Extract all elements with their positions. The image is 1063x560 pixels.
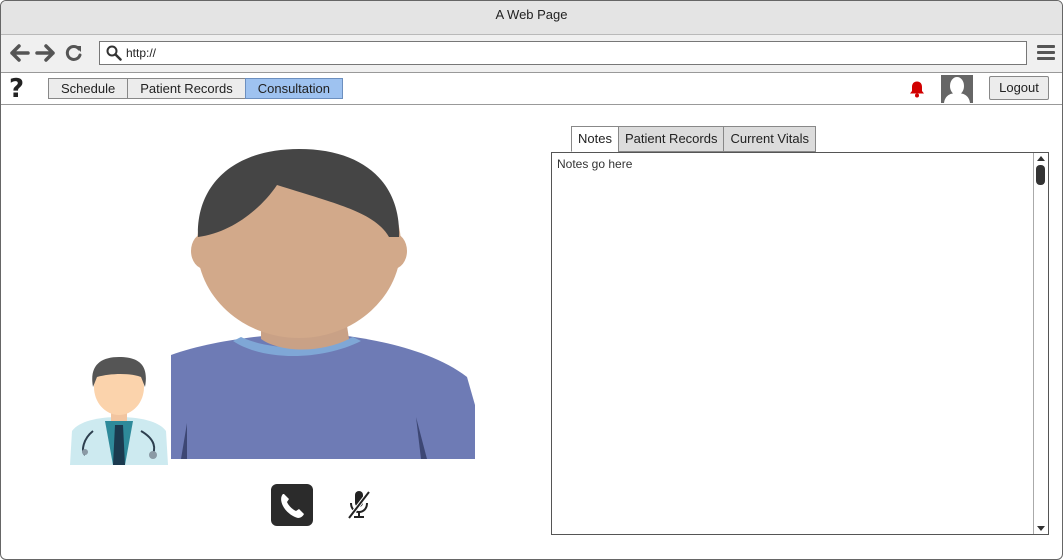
- notes-scrollbar[interactable]: [1033, 153, 1048, 534]
- patient-video: [171, 149, 475, 459]
- window-title: A Web Page: [1, 1, 1062, 35]
- address-bar: http://: [1, 35, 1062, 73]
- search-icon: [106, 45, 122, 61]
- url-text: http://: [126, 46, 157, 60]
- help-icon[interactable]: ?: [9, 74, 24, 104]
- tab-notes[interactable]: Notes: [571, 126, 618, 152]
- arrow-left-icon[interactable]: [10, 44, 30, 62]
- tab-current-vitals[interactable]: Current Vitals: [723, 126, 816, 152]
- tab-consultation[interactable]: Consultation: [244, 78, 343, 99]
- notes-textarea[interactable]: Notes go here: [551, 152, 1049, 535]
- scroll-up-arrow-icon[interactable]: [1037, 156, 1045, 161]
- url-input[interactable]: http://: [99, 41, 1027, 65]
- tab-schedule[interactable]: Schedule: [48, 78, 128, 99]
- scroll-thumb[interactable]: [1036, 165, 1045, 185]
- mic-off-icon: [347, 490, 371, 520]
- app-toolbar: ? Schedule Patient Records Consultation …: [1, 73, 1062, 105]
- notes-text: Notes go here: [557, 157, 633, 171]
- call-button[interactable]: [271, 484, 313, 526]
- avatar[interactable]: [941, 75, 973, 103]
- user-silhouette-icon: [941, 75, 973, 103]
- main-tabs: Schedule Patient Records Consultation: [48, 78, 343, 99]
- panel-tabs: Notes Patient Records Current Vitals: [571, 126, 816, 152]
- browser-window: A Web Page http:// ? Schedule Patient Re…: [0, 0, 1063, 560]
- tab-patient-records-panel[interactable]: Patient Records: [617, 126, 724, 152]
- scroll-down-arrow-icon[interactable]: [1037, 526, 1045, 531]
- doctor-video: [69, 355, 170, 465]
- tab-patient-records[interactable]: Patient Records: [127, 78, 245, 99]
- phone-icon: [281, 494, 304, 518]
- mute-button[interactable]: [341, 486, 377, 522]
- arrow-right-icon[interactable]: [35, 44, 55, 62]
- bell-icon[interactable]: [908, 80, 926, 98]
- logout-button[interactable]: Logout: [989, 76, 1049, 100]
- hamburger-icon[interactable]: [1037, 45, 1055, 63]
- reload-icon[interactable]: [65, 44, 83, 62]
